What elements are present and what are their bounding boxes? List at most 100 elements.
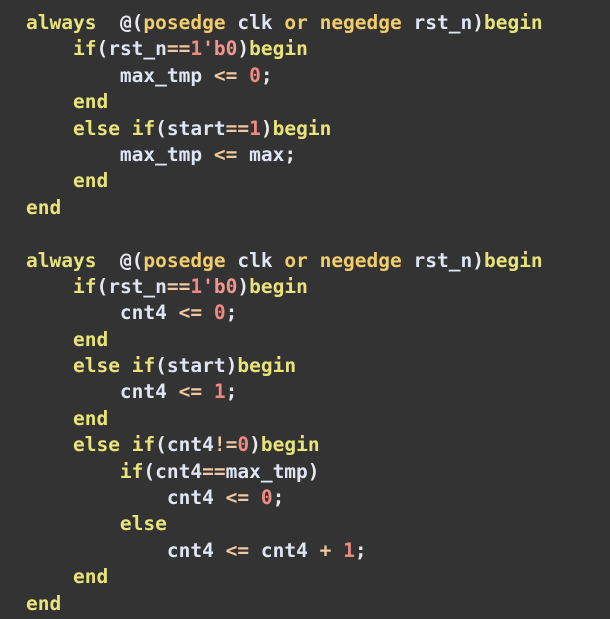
code-token: 'b0 bbox=[202, 274, 238, 298]
code-line[interactable]: end bbox=[0, 168, 610, 194]
code-token: ; bbox=[284, 142, 297, 166]
code-line[interactable]: cnt4 <= 1; bbox=[0, 379, 610, 405]
code-token: <= bbox=[178, 380, 203, 404]
code-line[interactable]: cnt4 <= 0; bbox=[0, 485, 610, 511]
code-token: ( bbox=[96, 274, 109, 298]
code-token: ) bbox=[225, 354, 238, 378]
code-line[interactable]: end bbox=[0, 327, 610, 353]
code-line[interactable]: end bbox=[0, 195, 610, 221]
code-token: @( bbox=[119, 11, 144, 34]
code-token: cnt4 bbox=[166, 538, 214, 562]
code-token: if bbox=[72, 37, 97, 61]
code-token: 0 bbox=[249, 63, 261, 87]
code-token: ) bbox=[260, 116, 273, 140]
code-line[interactable]: else bbox=[0, 511, 610, 537]
code-line[interactable]: end bbox=[0, 89, 610, 115]
code-token: end bbox=[72, 406, 109, 430]
code-token: <= bbox=[225, 486, 250, 510]
code-line[interactable]: else if(cnt4!=0)begin bbox=[0, 432, 610, 458]
code-token: clk bbox=[237, 11, 273, 34]
code-line[interactable]: end bbox=[0, 564, 610, 590]
code-token: begin bbox=[483, 11, 543, 34]
code-token: ) bbox=[237, 37, 250, 61]
code-token: posedge bbox=[143, 248, 226, 272]
code-token: cnt4 bbox=[166, 433, 214, 457]
code-token: ) bbox=[472, 11, 484, 34]
code-line[interactable]: max_tmp <= max; bbox=[0, 142, 610, 168]
code-editor-pane[interactable]: always @(posedge clk or negedge rst_n)be… bbox=[0, 0, 610, 619]
code-line[interactable]: if(rst_n==1'b0)begin bbox=[0, 36, 610, 62]
code-line[interactable]: cnt4 <= 0; bbox=[0, 300, 610, 326]
code-token: if bbox=[72, 274, 97, 298]
code-token: ( bbox=[143, 459, 156, 483]
code-token: == bbox=[202, 459, 226, 483]
code-token: else bbox=[72, 433, 120, 457]
code-token: ; bbox=[225, 301, 238, 325]
code-token: cnt4 bbox=[155, 459, 203, 483]
code-token: rst_n bbox=[108, 274, 167, 298]
code-token: end bbox=[72, 169, 109, 193]
code-token: rst_n bbox=[108, 37, 167, 61]
code-token: ) bbox=[249, 433, 261, 457]
code-line[interactable]: max_tmp <= 0; bbox=[0, 63, 610, 89]
code-token: max_tmp bbox=[119, 63, 203, 87]
code-line[interactable]: else if(start)begin bbox=[0, 353, 610, 379]
code-token: posedge bbox=[143, 11, 226, 34]
code-token: 1 bbox=[190, 274, 203, 298]
code-token: 0 bbox=[213, 301, 226, 325]
code-line[interactable]: always @(posedge clk or negedge rst_n)be… bbox=[0, 248, 610, 274]
code-content[interactable]: always @(posedge clk or negedge rst_n)be… bbox=[0, 10, 610, 617]
code-token: or bbox=[284, 248, 308, 272]
code-token: ; bbox=[354, 538, 367, 562]
code-token: always bbox=[26, 248, 97, 272]
code-line[interactable]: if(cnt4==max_tmp) bbox=[0, 459, 610, 485]
code-token: end bbox=[72, 565, 109, 589]
code-token: rst_n bbox=[413, 11, 473, 34]
code-token: end bbox=[72, 90, 109, 114]
code-line[interactable]: cnt4 <= cnt4 + 1; bbox=[0, 538, 610, 564]
code-token: <= bbox=[225, 538, 250, 562]
code-token: + bbox=[319, 538, 332, 562]
code-token: negedge bbox=[319, 11, 402, 34]
code-token: 1 bbox=[343, 538, 355, 562]
code-token: ( bbox=[96, 37, 109, 61]
code-token: if bbox=[131, 433, 156, 457]
code-line[interactable]: end bbox=[0, 591, 610, 617]
code-token: begin bbox=[237, 354, 297, 378]
code-line[interactable]: always @(posedge clk or negedge rst_n)be… bbox=[0, 10, 610, 36]
code-token: != bbox=[213, 433, 238, 457]
code-token: == bbox=[166, 37, 191, 61]
code-line[interactable]: if(rst_n==1'b0)begin bbox=[0, 274, 610, 300]
code-line[interactable]: else if(start==1)begin bbox=[0, 116, 610, 142]
code-line[interactable] bbox=[0, 221, 610, 247]
code-token: <= bbox=[213, 63, 238, 87]
code-token: if bbox=[131, 116, 156, 140]
code-token: cnt4 bbox=[119, 380, 167, 404]
code-token: end bbox=[26, 195, 62, 219]
code-line[interactable]: end bbox=[0, 406, 610, 432]
